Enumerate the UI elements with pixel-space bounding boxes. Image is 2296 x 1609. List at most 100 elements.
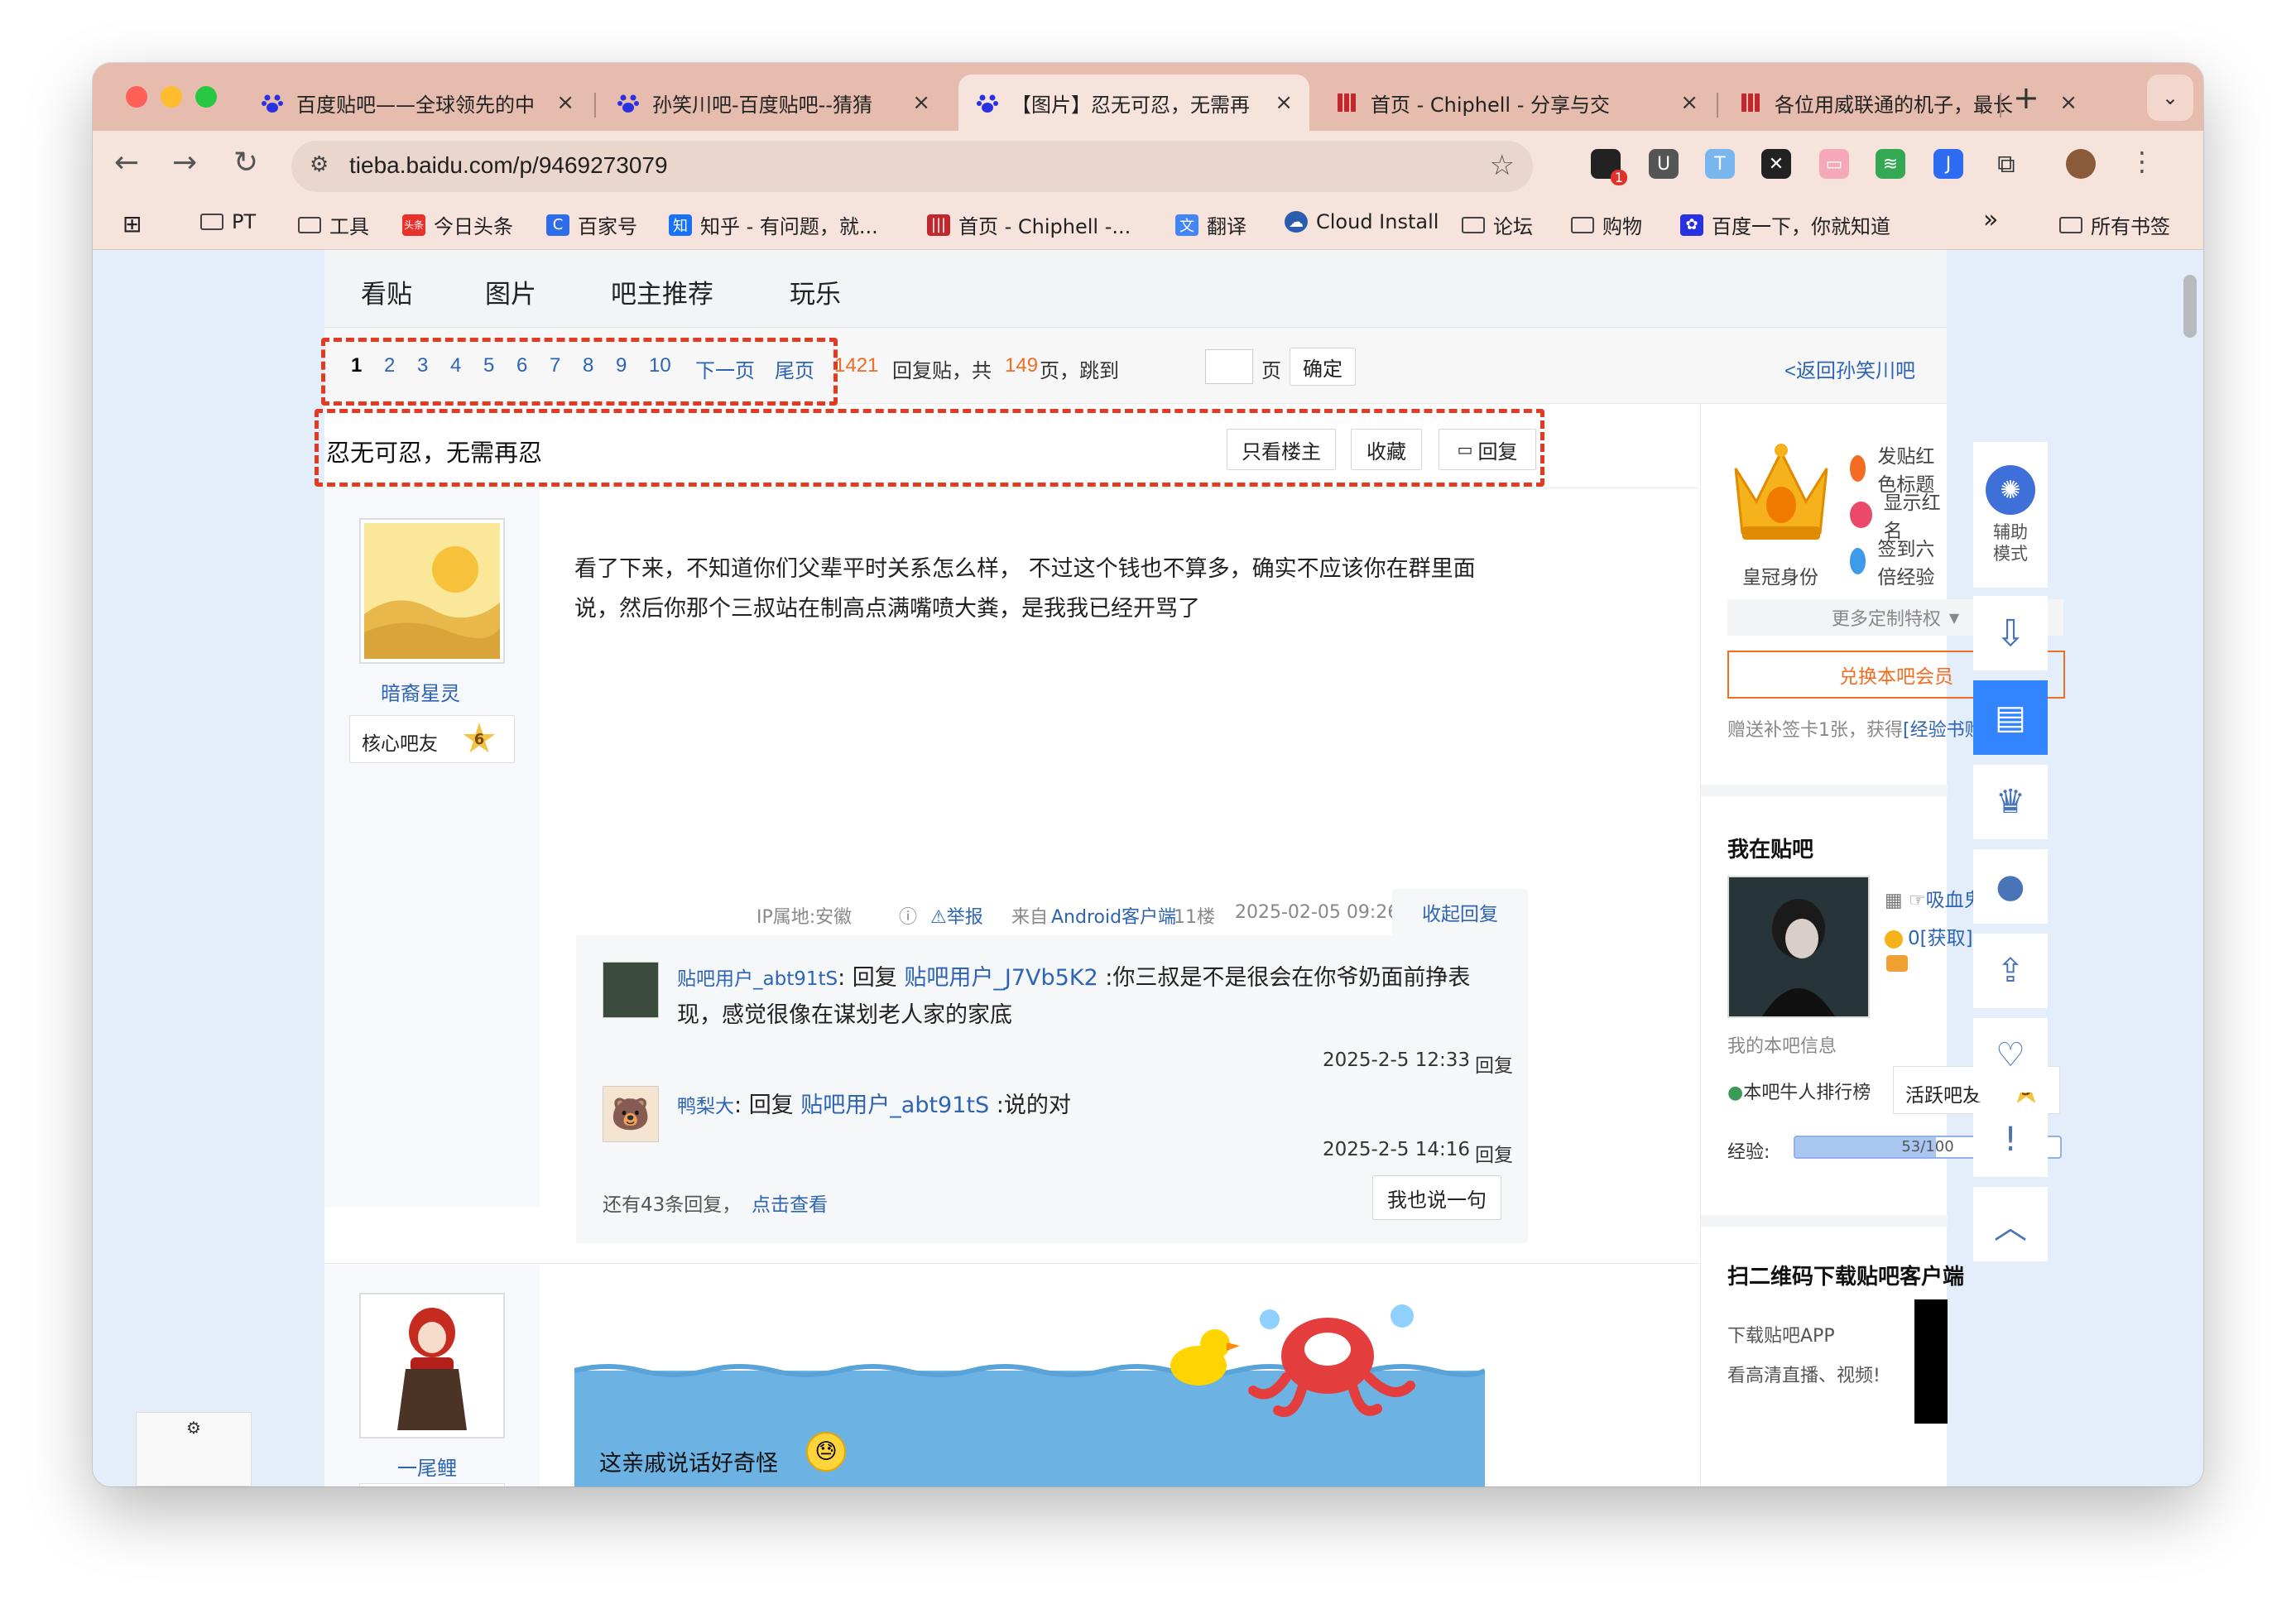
post1-avatar[interactable]	[359, 518, 505, 664]
nav-tab-fun[interactable]: 玩乐	[790, 273, 841, 310]
download-app-tool[interactable]: ⇩	[1973, 596, 2048, 670]
post2-image-caption: 这亲戚说话好奇怪	[599, 1451, 778, 1477]
heart-icon: ♡	[1996, 1036, 2025, 1074]
minimize-window-button[interactable]	[161, 86, 182, 108]
more-bookmarks-button[interactable]: »	[1983, 205, 1998, 234]
bear-tool[interactable]: ●	[1973, 849, 2048, 924]
url-text[interactable]: tieba.baidu.com/p/9469273079	[349, 152, 668, 179]
reply1-body: 贴吧用户_abt91tS: 回复 贴吧用户_J7Vb5K2 :你三叔是不是很会在…	[677, 965, 1471, 1028]
tab-close-icon[interactable]: ×	[1680, 90, 1698, 115]
address-bar[interactable]: ⚙ tieba.baidu.com/p/9469273079 ☆	[291, 141, 1533, 192]
bookmark-chiphell[interactable]: ||| 首页 - Chiphell -...	[927, 210, 1131, 239]
reply1-avatar[interactable]	[603, 962, 659, 1018]
accessibility-icon: ✺	[1986, 465, 2035, 515]
bookmark-star-icon[interactable]: ☆	[1490, 149, 1515, 182]
forward-arrow-icon[interactable]: →	[172, 146, 197, 180]
tab-tieba-home[interactable]: 百度贴吧——全球领先的中 ×	[243, 74, 591, 131]
report-tool[interactable]: !	[1973, 1102, 2048, 1177]
back-arrow-icon[interactable]: ←	[114, 146, 139, 180]
post2-username[interactable]: 一尾鲤	[397, 1452, 457, 1481]
back-to-top-tool[interactable]: ︿	[1973, 1187, 2048, 1261]
collapse-replies-button[interactable]: 收起回复	[1392, 889, 1528, 935]
tab-close-icon[interactable]: ×	[1275, 90, 1293, 115]
bookmark-baidu[interactable]: ✿ 百度一下，你就知道	[1680, 210, 1890, 239]
my-coins: 0[获取]	[1885, 922, 1973, 950]
reply2-avatar[interactable]: 🐻	[603, 1086, 659, 1142]
my-username[interactable]: ▦ ☞吸血鬼	[1885, 884, 1983, 912]
post1-member-badge[interactable]: 核心吧友 6	[349, 715, 515, 763]
extension-layers-icon[interactable]: ≋	[1876, 149, 1905, 179]
my-avatar[interactable]	[1727, 876, 1870, 1018]
tab-close-icon[interactable]: ×	[2059, 90, 2077, 115]
qr-code-image	[1914, 1299, 1948, 1424]
bookmark-forum[interactable]: 论坛	[1462, 210, 1533, 239]
bookmark-tools[interactable]: 工具	[298, 210, 369, 239]
tab-close-icon[interactable]: ×	[556, 90, 574, 115]
nav-tab-images[interactable]: 图片	[485, 273, 536, 310]
chevron-up-icon: ︿	[1994, 1208, 2027, 1246]
chat-tool[interactable]: ▤	[1973, 680, 2048, 755]
back-to-bar-link[interactable]: <返回孙笑川吧	[1784, 354, 1915, 383]
reload-icon[interactable]: ↻	[233, 146, 258, 180]
reply-count: 1421	[834, 354, 879, 377]
extensions-puzzle-icon[interactable]: ⧉	[1991, 149, 2021, 179]
nav-tab-recommend[interactable]: 吧主推荐	[611, 273, 713, 310]
reply1-user[interactable]: 贴吧用户_abt91tS	[677, 968, 838, 990]
report-link[interactable]: ⚠举报	[930, 902, 983, 929]
share-tool[interactable]: ⇪	[1973, 934, 2048, 1008]
extension-shield-icon[interactable]: U	[1649, 149, 1679, 179]
browser-toolbar: ← → ↻ ⚙ tieba.baidu.com/p/9469273079 ☆ 1…	[93, 131, 2203, 199]
reply1-reply-link[interactable]: 回复	[1475, 1049, 1513, 1078]
extension-j-icon[interactable]: J	[1933, 149, 1963, 179]
extension-translate-icon[interactable]: T	[1705, 149, 1735, 179]
tab-search-button[interactable]: ⌄	[2147, 74, 2193, 121]
favorite-tool[interactable]: ♡	[1973, 1018, 2048, 1093]
profile-avatar[interactable]	[2066, 149, 2096, 179]
browser-menu-icon[interactable]: ⋮	[2129, 146, 2155, 177]
rank-link[interactable]: ●本吧牛人排行榜	[1727, 1078, 1871, 1104]
reply2-target[interactable]: 贴吧用户_abt91tS	[800, 1093, 989, 1118]
add-reply-button[interactable]: 我也说一句	[1372, 1175, 1501, 1220]
all-bookmarks-folder[interactable]: 所有书签	[2059, 210, 2170, 239]
bookmark-cloud-install[interactable]: ☁ Cloud Install	[1285, 210, 1439, 233]
bookmark-pt[interactable]: PT	[200, 210, 256, 233]
maximize-window-button[interactable]	[195, 86, 217, 108]
post1-source-link[interactable]: Android客户端	[1051, 902, 1176, 929]
extension-puzzle-x-icon[interactable]: ✕	[1761, 149, 1791, 179]
assist-mode-button[interactable]: ✺ 辅助 模式	[1973, 442, 2048, 588]
translate-icon: 文	[1175, 214, 1198, 236]
post2-image[interactable]: 这亲戚说话好奇怪 😓	[574, 1294, 1485, 1487]
bookmark-translate[interactable]: 文翻译	[1175, 210, 1246, 239]
tab-close-icon[interactable]: ×	[912, 90, 930, 115]
caret-down-icon: ▼	[1948, 609, 1960, 626]
extension-bilibili-icon[interactable]: ▭	[1819, 149, 1849, 179]
tab-sunxiaochuan-bar[interactable]: 孙笑川吧-百度贴吧--猜猜 ×	[599, 74, 947, 131]
page-scrollbar-thumb[interactable]	[2183, 275, 2197, 338]
bookmark-shopping[interactable]: 购物	[1571, 210, 1642, 239]
view-more-replies-link[interactable]: 点击查看	[752, 1189, 828, 1217]
post2-avatar[interactable]	[359, 1293, 505, 1438]
apps-grid-icon[interactable]: ⊞	[122, 210, 142, 238]
reply2-reply-link[interactable]: 回复	[1475, 1139, 1513, 1167]
bookmark-zhihu[interactable]: 知知乎 - 有问题，就...	[669, 210, 878, 239]
bookmark-toutiao[interactable]: 头条 今日头条	[402, 210, 513, 239]
post2-member-badge[interactable]	[359, 1483, 505, 1487]
reply2-user[interactable]: 鸭梨大	[677, 1096, 734, 1117]
close-window-button[interactable]	[126, 86, 147, 108]
bookmark-baijiahao[interactable]: C 百家号	[546, 210, 637, 239]
new-tab-button[interactable]: +	[2013, 79, 2039, 116]
post1-username[interactable]: 暗裔星灵	[381, 677, 460, 706]
reply1-target[interactable]: 贴吧用户_J7Vb5K2	[904, 965, 1098, 991]
dark-portrait-image	[1729, 877, 1868, 1016]
magic-hat-tool[interactable]: ♛	[1973, 765, 2048, 839]
extension-notes-icon[interactable]: 1	[1591, 149, 1627, 185]
nav-tab-posts[interactable]: 看贴	[361, 273, 412, 310]
get-coins-link[interactable]: [获取]	[1920, 928, 1973, 949]
settings-widget[interactable]: ⚙	[136, 1412, 252, 1487]
toutiao-icon: 头条	[402, 214, 425, 236]
tab-chiphell[interactable]: 首页 - Chiphell - 分享与交 ×	[1318, 74, 1715, 131]
jump-page-input[interactable]	[1205, 349, 1253, 384]
site-settings-icon[interactable]: ⚙	[310, 152, 329, 177]
jump-confirm-button[interactable]: 确定	[1290, 348, 1356, 386]
tab-current-thread[interactable]: 【图片】忍无可忍，无需再 ×	[958, 74, 1309, 131]
